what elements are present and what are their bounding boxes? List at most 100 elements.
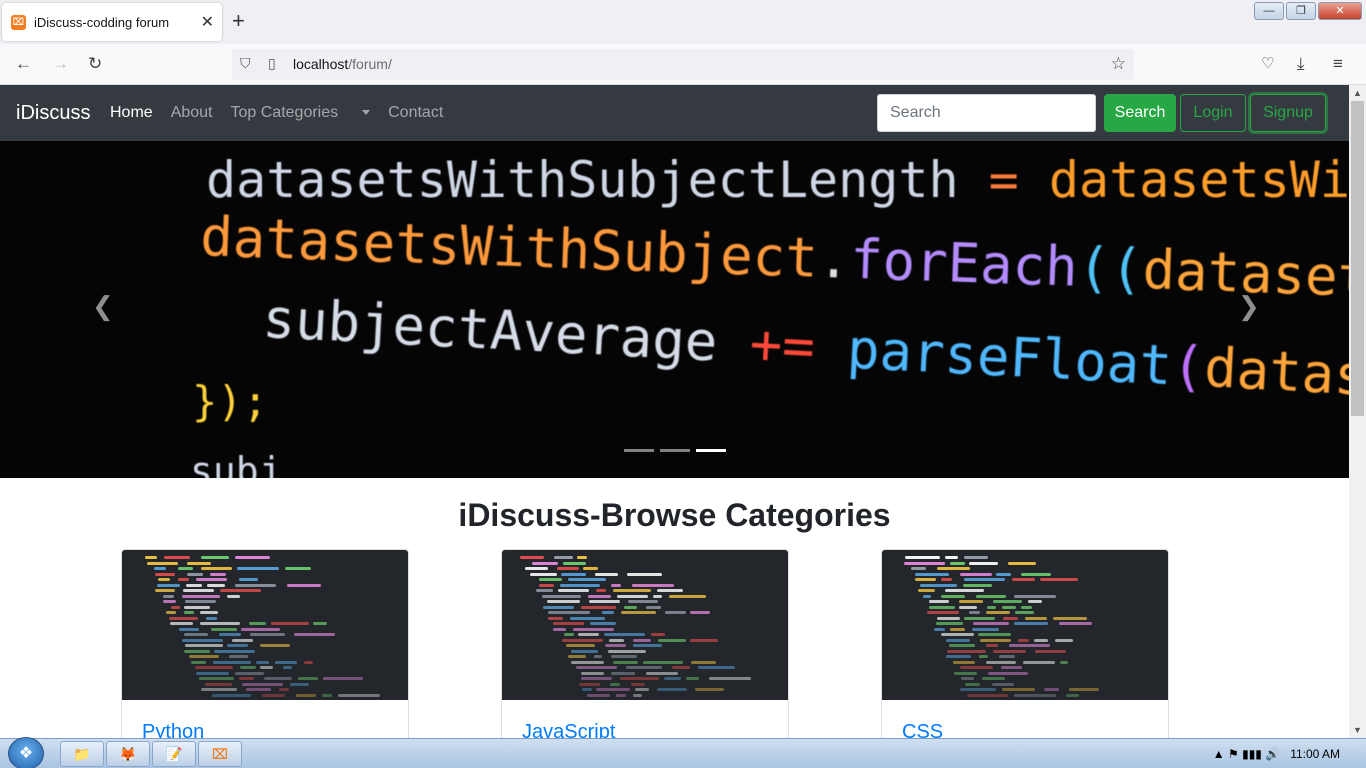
code-streak [1065,693,1080,697]
nav-about[interactable]: About [171,104,213,122]
code-streak [988,671,1029,675]
category-card-title[interactable]: Python [142,721,204,738]
code-streak [709,677,752,680]
code-streak [248,622,266,625]
code-streak [227,594,240,598]
code-streak [589,622,616,625]
code-streak [212,660,252,664]
code-streak [201,688,238,691]
search-button[interactable]: Search [1104,94,1176,132]
address-bar[interactable]: ⛉ ▯ localhost/forum/ ☆ [232,49,1134,80]
clock[interactable]: 11:00 AM [1290,747,1340,761]
code-streak [998,655,1015,658]
code-streak [941,594,965,598]
code-streak [242,682,283,686]
code-streak [945,589,985,592]
code-streak [617,594,649,598]
code-streak [561,638,604,642]
code-streak [185,600,216,603]
bookmark-star-icon[interactable]: ☆ [1111,54,1126,74]
carousel-indicator[interactable] [624,449,654,452]
code-streak [1017,638,1030,642]
window-close-button[interactable]: ✕ [1318,2,1362,20]
category-card-python[interactable]: Python [121,549,409,738]
tray-icons[interactable]: ▲ ⚑ ▮▮▮ 🔊 [1213,747,1280,761]
pocket-icon[interactable]: ♡ [1261,54,1274,72]
code-streak [232,638,254,642]
code-streak [532,561,558,565]
code-streak [567,655,587,658]
page-scrollbar[interactable]: ▲ ▼ [1349,85,1366,738]
code-streak [992,682,1015,686]
scrollbar-thumb[interactable] [1351,101,1364,416]
scroll-down-icon[interactable]: ▼ [1349,722,1366,738]
code-streak [601,611,614,614]
code-streak [1014,594,1056,598]
window-controls: — ❐ ✕ [1254,2,1362,20]
code-streak [690,611,711,614]
page-icon[interactable]: ▯ [268,55,276,72]
code-streak [986,605,996,609]
reload-icon[interactable]: ↻ [88,54,102,74]
category-card-javascript[interactable]: JavaScript [501,549,789,738]
code-streak [263,677,292,680]
code-streak [664,611,686,614]
carousel-indicator[interactable] [660,449,690,452]
category-card-title[interactable]: CSS [902,721,943,738]
firefox-icon[interactable]: 🦊 [106,741,150,767]
login-button[interactable]: Login [1180,94,1246,132]
code-streak [596,688,631,691]
carousel-next-icon[interactable]: ❯ [1238,291,1260,322]
browser-tab[interactable]: ⌧ iDiscuss-codding forum ✕ [2,3,222,41]
back-icon[interactable]: ← [15,54,32,74]
code-streak [671,666,691,669]
file-explorer-icon[interactable]: 📁 [60,741,104,767]
code-streak [915,578,936,581]
code-streak [969,561,998,565]
nav-contact[interactable]: Contact [388,104,443,122]
xampp-icon[interactable]: ⌧ [198,741,242,767]
code-streak [620,677,660,680]
shield-icon[interactable]: ⛉ [240,55,251,72]
code-streak [986,660,1016,664]
code-streak [204,682,233,686]
menu-icon[interactable]: ≡ [1333,54,1343,74]
minimize-button[interactable]: — [1254,2,1284,20]
category-card-css[interactable]: CSS [881,549,1169,738]
signup-button[interactable]: Signup [1250,94,1326,132]
start-button[interactable]: ❖ [8,737,44,768]
code-streak [613,660,638,664]
code-streak [691,660,716,664]
carousel-indicator-active[interactable] [696,449,726,452]
code-streak [541,594,582,598]
url-text[interactable]: localhost/forum/ [293,56,392,72]
site-brand[interactable]: iDiscuss [16,102,90,125]
code-streak [905,556,941,559]
site-search-input[interactable]: Search [877,94,1096,132]
code-streak [1008,561,1037,565]
close-tab-icon[interactable]: ✕ [201,12,214,32]
new-tab-button[interactable]: + [232,8,245,34]
code-streak [235,583,277,587]
scroll-up-icon[interactable]: ▲ [1349,85,1366,101]
carousel-prev-icon[interactable]: ❮ [92,291,114,322]
code-streak [1040,578,1079,581]
code-streak [278,688,290,691]
hero-carousel: datasetsWithSubjectLength = datasetsWith… [0,141,1349,478]
code-streak [668,594,707,598]
code-streak [663,677,682,680]
code-streak [178,567,193,570]
download-icon[interactable]: ⤓ [1297,54,1305,74]
restore-button[interactable]: ❐ [1286,2,1316,20]
category-card-title[interactable]: JavaScript [522,721,615,738]
nav-top-categories[interactable]: Top Categories [231,104,371,122]
forward-icon[interactable]: → [52,54,69,74]
code-streak [154,567,167,570]
code-streak [182,589,214,592]
code-streak [1001,688,1035,691]
code-streak [1059,660,1069,664]
nav-home[interactable]: Home [110,104,153,122]
code-streak [163,594,175,598]
notepad-icon[interactable]: 📝 [152,741,196,767]
code-streak [1014,693,1056,697]
